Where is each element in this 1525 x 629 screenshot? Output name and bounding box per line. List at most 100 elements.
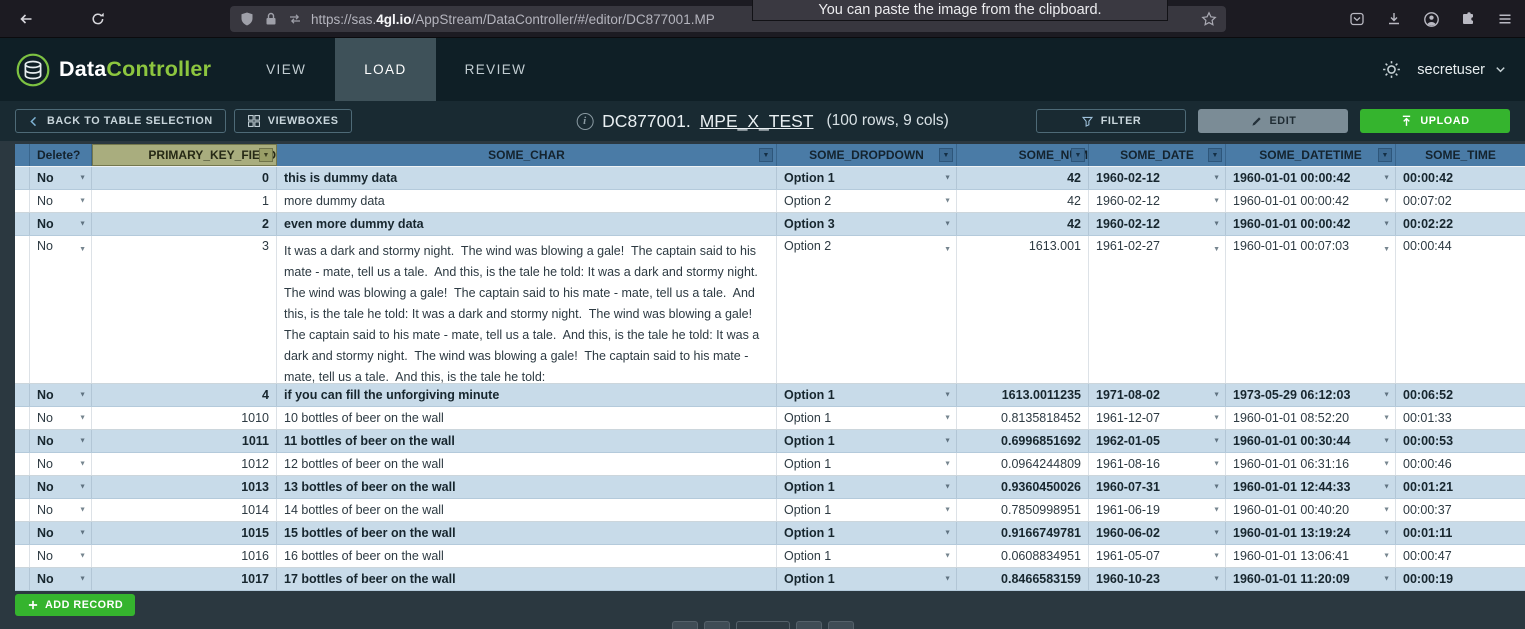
cell-dropdown-icon[interactable]: ▼ <box>1383 484 1390 491</box>
column-header-some-time[interactable]: SOME_TIME <box>1396 144 1525 166</box>
cell-dropdown-icon[interactable]: ▼ <box>944 415 951 422</box>
cell-dropdown-icon[interactable]: ▼ <box>944 576 951 583</box>
cell-dropdown-icon[interactable]: ▼ <box>1383 198 1390 205</box>
cell-dropdown-icon[interactable]: ▼ <box>1383 392 1390 399</box>
cell-dropdown-icon[interactable]: ▼ <box>944 438 951 445</box>
primary-key-cell[interactable]: 1012 <box>92 453 277 475</box>
some-num-cell[interactable]: 0.9166749781 <box>957 522 1089 544</box>
cell-dropdown-icon[interactable]: ▼ <box>79 507 86 514</box>
some-date-cell[interactable]: 1960-02-12▼ <box>1089 213 1226 235</box>
some-date-cell[interactable]: 1960-02-12▼ <box>1089 167 1226 189</box>
delete-select[interactable]: No▼ <box>30 568 92 590</box>
cell-dropdown-icon[interactable]: ▼ <box>1213 246 1220 253</box>
some-date-cell[interactable]: 1961-02-27▼ <box>1089 236 1226 383</box>
some-time-cell[interactable]: 00:00:47 <box>1396 545 1525 567</box>
column-header-some-num[interactable]: SOME_NUM▼ <box>957 144 1089 166</box>
column-header-delete[interactable]: Delete? <box>30 144 92 166</box>
cell-dropdown-icon[interactable]: ▼ <box>944 392 951 399</box>
tab-review[interactable]: REVIEW <box>436 38 556 101</box>
cell-dropdown-icon[interactable]: ▼ <box>1383 461 1390 468</box>
cell-dropdown-icon[interactable]: ▼ <box>79 221 86 228</box>
cell-dropdown-icon[interactable]: ▼ <box>944 484 951 491</box>
delete-select[interactable]: No▼ <box>30 384 92 406</box>
some-num-cell[interactable]: 0.6996851692 <box>957 430 1089 452</box>
edit-button[interactable]: EDIT <box>1198 109 1348 133</box>
some-char-cell[interactable]: 15 bottles of beer on the wall <box>277 522 777 544</box>
some-num-cell[interactable]: 0.0608834951 <box>957 545 1089 567</box>
some-time-cell[interactable]: 00:02:22 <box>1396 213 1525 235</box>
some-time-cell[interactable]: 00:00:53 <box>1396 430 1525 452</box>
some-dropdown-cell[interactable]: Option 1▼ <box>777 568 957 590</box>
cell-dropdown-icon[interactable]: ▼ <box>1213 392 1220 399</box>
pagination-last-button[interactable] <box>828 621 854 629</box>
primary-key-cell[interactable]: 1017 <box>92 568 277 590</box>
cell-dropdown-icon[interactable]: ▼ <box>79 576 86 583</box>
some-char-cell[interactable]: 12 bottles of beer on the wall <box>277 453 777 475</box>
some-time-cell[interactable]: 00:07:02 <box>1396 190 1525 212</box>
some-date-cell[interactable]: 1961-06-19▼ <box>1089 499 1226 521</box>
cell-dropdown-icon[interactable]: ▼ <box>1383 438 1390 445</box>
pagination-page-indicator[interactable] <box>736 621 790 629</box>
cell-dropdown-icon[interactable]: ▼ <box>944 221 951 228</box>
some-datetime-cell[interactable]: 1973-05-29 06:12:03▼ <box>1226 384 1396 406</box>
upload-button[interactable]: UPLOAD <box>1360 109 1510 133</box>
some-dropdown-cell[interactable]: Option 1▼ <box>777 384 957 406</box>
some-datetime-cell[interactable]: 1960-01-01 06:31:16▼ <box>1226 453 1396 475</box>
tab-view[interactable]: VIEW <box>237 38 335 101</box>
column-filter-icon[interactable]: ▼ <box>939 148 953 162</box>
some-char-cell[interactable]: if you can fill the unforgiving minute <box>277 384 777 406</box>
some-dropdown-cell[interactable]: Option 1▼ <box>777 453 957 475</box>
cell-dropdown-icon[interactable]: ▼ <box>79 438 86 445</box>
cell-dropdown-icon[interactable]: ▼ <box>1213 198 1220 205</box>
back-to-table-selection-button[interactable]: BACK TO TABLE SELECTION <box>15 109 226 133</box>
some-time-cell[interactable]: 00:00:37 <box>1396 499 1525 521</box>
delete-select[interactable]: No▼ <box>30 430 92 452</box>
cell-dropdown-icon[interactable]: ▼ <box>944 461 951 468</box>
account-icon[interactable] <box>1419 7 1443 31</box>
delete-select[interactable]: No▼ <box>30 236 92 383</box>
some-date-cell[interactable]: 1962-01-05▼ <box>1089 430 1226 452</box>
some-datetime-cell[interactable]: 1960-01-01 13:19:24▼ <box>1226 522 1396 544</box>
cell-dropdown-icon[interactable]: ▼ <box>944 553 951 560</box>
some-datetime-cell[interactable]: 1960-01-01 00:00:42▼ <box>1226 213 1396 235</box>
bookmark-star-icon[interactable] <box>1201 11 1217 27</box>
theme-toggle-icon[interactable] <box>1381 59 1402 80</box>
some-num-cell[interactable]: 42 <box>957 190 1089 212</box>
primary-key-cell[interactable]: 4 <box>92 384 277 406</box>
delete-select[interactable]: No▼ <box>30 545 92 567</box>
lock-icon[interactable] <box>263 11 279 27</box>
cell-dropdown-icon[interactable]: ▼ <box>79 246 86 253</box>
some-time-cell[interactable]: 00:00:46 <box>1396 453 1525 475</box>
some-num-cell[interactable]: 42 <box>957 167 1089 189</box>
download-icon[interactable] <box>1382 7 1406 31</box>
some-date-cell[interactable]: 1961-12-07▼ <box>1089 407 1226 429</box>
delete-select[interactable]: No▼ <box>30 476 92 498</box>
shield-icon[interactable] <box>239 11 255 27</box>
some-dropdown-cell[interactable]: Option 1▼ <box>777 476 957 498</box>
filter-button[interactable]: FILTER <box>1036 109 1186 133</box>
primary-key-cell[interactable]: 3 <box>92 236 277 383</box>
some-char-cell[interactable]: 16 bottles of beer on the wall <box>277 545 777 567</box>
cell-dropdown-icon[interactable]: ▼ <box>1213 175 1220 182</box>
some-dropdown-cell[interactable]: Option 2▼ <box>777 236 957 383</box>
primary-key-cell[interactable]: 1010 <box>92 407 277 429</box>
cell-dropdown-icon[interactable]: ▼ <box>1213 438 1220 445</box>
cell-dropdown-icon[interactable]: ▼ <box>1383 246 1390 253</box>
tab-load[interactable]: LOAD <box>335 38 435 101</box>
pagination-prev-button[interactable] <box>704 621 730 629</box>
some-dropdown-cell[interactable]: Option 2▼ <box>777 190 957 212</box>
cell-dropdown-icon[interactable]: ▼ <box>944 246 951 253</box>
some-time-cell[interactable]: 00:00:19 <box>1396 568 1525 590</box>
primary-key-cell[interactable]: 1015 <box>92 522 277 544</box>
column-header-primary-key-field[interactable]: PRIMARY_KEY_FIELD▼ <box>92 144 277 166</box>
some-date-cell[interactable]: 1960-06-02▼ <box>1089 522 1226 544</box>
column-header-some-datetime[interactable]: SOME_DATETIME▼ <box>1226 144 1396 166</box>
cell-dropdown-icon[interactable]: ▼ <box>79 175 86 182</box>
cell-dropdown-icon[interactable]: ▼ <box>79 415 86 422</box>
primary-key-cell[interactable]: 1011 <box>92 430 277 452</box>
menu-icon[interactable] <box>1493 7 1517 31</box>
table-name-link[interactable]: MPE_X_TEST <box>700 111 814 132</box>
column-header-some-char[interactable]: SOME_CHAR▼ <box>277 144 777 166</box>
primary-key-cell[interactable]: 2 <box>92 213 277 235</box>
delete-select[interactable]: No▼ <box>30 167 92 189</box>
